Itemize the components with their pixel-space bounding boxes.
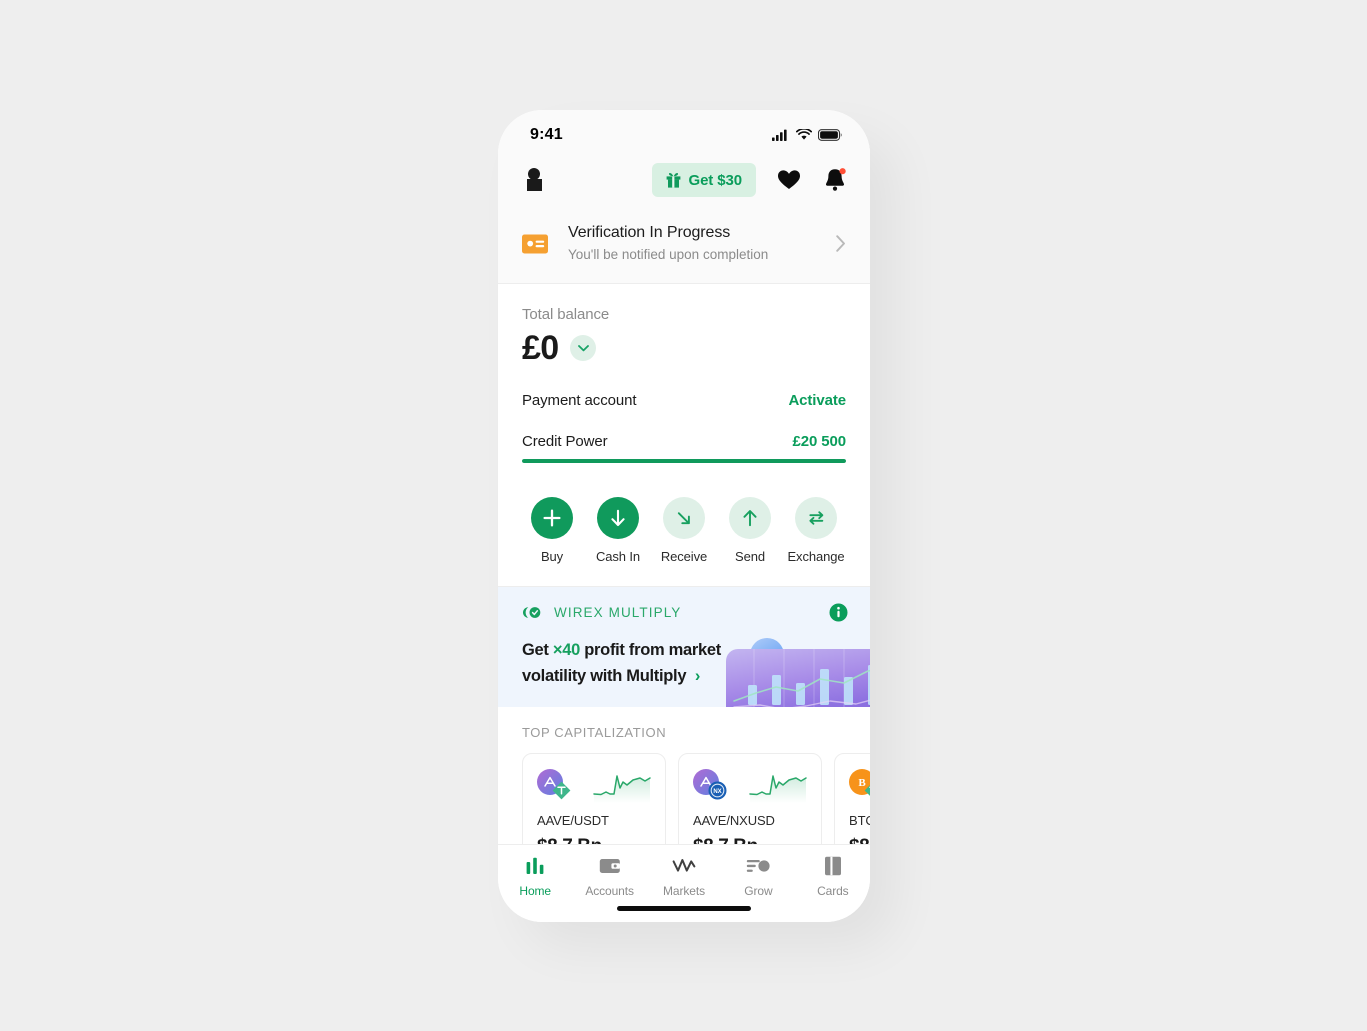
- info-icon[interactable]: [829, 603, 848, 622]
- cellular-signal-icon: [772, 129, 787, 141]
- bell-icon[interactable]: [822, 167, 848, 193]
- growth-icon: [746, 855, 771, 877]
- price-sparkline: [749, 775, 807, 803]
- balance-amount-row: £0: [522, 328, 846, 368]
- exchange-swap-icon: [808, 511, 823, 525]
- coin-logos: NX: [693, 769, 733, 803]
- coin-card-top: [537, 768, 651, 804]
- heart-icon[interactable]: [776, 167, 802, 193]
- top-capitalization-title: TOP CAPITALIZATION: [522, 725, 667, 740]
- tab-accounts-label: Accounts: [585, 884, 634, 898]
- usdt-badge-icon: [864, 781, 870, 800]
- balance-expand-button[interactable]: [570, 335, 597, 361]
- status-icons: [772, 129, 842, 141]
- multiply-brand-label: WIREX MULTIPLY: [554, 605, 682, 620]
- get-30-promo-button[interactable]: Get $30: [651, 163, 756, 197]
- action-cash-in-label: Cash In: [595, 549, 641, 564]
- tab-accounts[interactable]: Accounts: [572, 855, 646, 898]
- action-buy-label: Buy: [540, 549, 564, 564]
- payment-account-label: Payment account: [522, 392, 637, 409]
- phone-screen: 9:41 Get $30 Verification In Progress Yo…: [498, 110, 870, 922]
- id-card-icon: [522, 234, 548, 253]
- arrow-down-right-icon: [677, 512, 690, 525]
- verification-texts: Verification In Progress You'll be notif…: [568, 222, 836, 265]
- balance-section: Total balance £0 Payment account Activat…: [498, 284, 870, 463]
- multiply-banner-header: WIREX MULTIPLY: [522, 603, 848, 622]
- price-sparkline: [593, 775, 651, 803]
- nxusd-badge-icon: NX: [708, 781, 727, 800]
- coin-logos: [537, 769, 577, 803]
- coin-card-top: B: [849, 768, 870, 804]
- tab-home-label: Home: [519, 884, 552, 898]
- tab-cards-label: Cards: [817, 884, 849, 898]
- credit-power-value: £20 500: [792, 433, 846, 450]
- verification-status-row[interactable]: Verification In Progress You'll be notif…: [498, 208, 870, 284]
- coin-pair-label: AAVE/USDT: [537, 813, 609, 828]
- battery-icon: [818, 129, 842, 141]
- multiply-headline-before: Get: [522, 641, 553, 659]
- home-indicator: [617, 906, 751, 911]
- bar-chart-icon: [525, 855, 545, 877]
- multiply-banner-illustration: [726, 638, 870, 707]
- receive-button-circle: [663, 497, 705, 539]
- verification-title: Verification In Progress: [568, 224, 731, 241]
- notification-badge-dot: [839, 168, 846, 175]
- usdt-badge-icon: [552, 781, 571, 800]
- action-exchange-label: Exchange: [787, 549, 845, 564]
- tab-grow-label: Grow: [744, 884, 773, 898]
- multiply-chevron-right-icon[interactable]: ›: [691, 667, 701, 685]
- action-send[interactable]: Send: [722, 497, 778, 564]
- coin-card-top: NX: [693, 768, 807, 804]
- tab-markets[interactable]: Markets: [647, 855, 721, 898]
- buy-button-circle: [531, 497, 573, 539]
- action-cash-in[interactable]: Cash In: [590, 497, 646, 564]
- chevron-down-icon: [578, 344, 589, 351]
- multiply-headline: Get ×40 profit from market volatility wi…: [522, 637, 737, 689]
- wirex-multiply-banner[interactable]: WIREX MULTIPLY Get ×40 profit from marke…: [498, 587, 870, 707]
- credit-power-label: Credit Power: [522, 433, 608, 450]
- action-send-label: Send: [735, 549, 765, 564]
- coin-pair-label: AAVE/NXUSD: [693, 813, 775, 828]
- wifi-icon: [796, 129, 812, 140]
- get-30-label: Get $30: [688, 171, 743, 189]
- verification-subtitle: You'll be notified upon completion: [568, 247, 769, 262]
- cash-in-button-circle: [597, 497, 639, 539]
- quick-actions-row: Buy Cash In Receive Send Exchange: [498, 463, 870, 587]
- app-header: Get $30: [498, 152, 870, 208]
- coin-logos: B: [849, 769, 870, 803]
- action-receive-label: Receive: [660, 549, 708, 564]
- avatar-body: [527, 179, 542, 191]
- send-button-circle: [729, 497, 771, 539]
- status-time: 9:41: [530, 126, 563, 143]
- status-bar: 9:41: [498, 110, 870, 152]
- plus-icon: [543, 509, 561, 527]
- card-icon: [824, 855, 842, 877]
- tab-grow[interactable]: Grow: [721, 855, 795, 898]
- wirex-multiply-logo-icon: [522, 606, 542, 619]
- gift-icon: [666, 172, 680, 188]
- profile-avatar-icon[interactable]: [522, 167, 548, 193]
- total-balance-label: Total balance: [522, 306, 610, 323]
- action-buy[interactable]: Buy: [524, 497, 580, 564]
- arrow-up-icon: [743, 510, 757, 527]
- arrow-down-icon: [611, 509, 625, 527]
- wallet-icon: [599, 855, 621, 877]
- multiply-headline-highlight: ×40: [552, 641, 580, 659]
- total-balance-amount: £0: [522, 329, 559, 367]
- payment-account-row: Payment account Activate: [522, 392, 846, 409]
- tab-home[interactable]: Home: [498, 855, 572, 898]
- tab-cards[interactable]: Cards: [796, 855, 870, 898]
- credit-power-row: Credit Power £20 500: [522, 433, 846, 450]
- action-receive[interactable]: Receive: [656, 497, 712, 564]
- svg-text:NX: NX: [713, 789, 721, 795]
- exchange-button-circle: [795, 497, 837, 539]
- pulse-icon: [672, 855, 696, 877]
- coin-pair-label: BTC/: [849, 813, 870, 828]
- action-exchange[interactable]: Exchange: [787, 497, 845, 564]
- chevron-right-icon: [836, 235, 845, 252]
- activate-payment-account-button[interactable]: Activate: [788, 392, 846, 409]
- tab-markets-label: Markets: [663, 884, 705, 898]
